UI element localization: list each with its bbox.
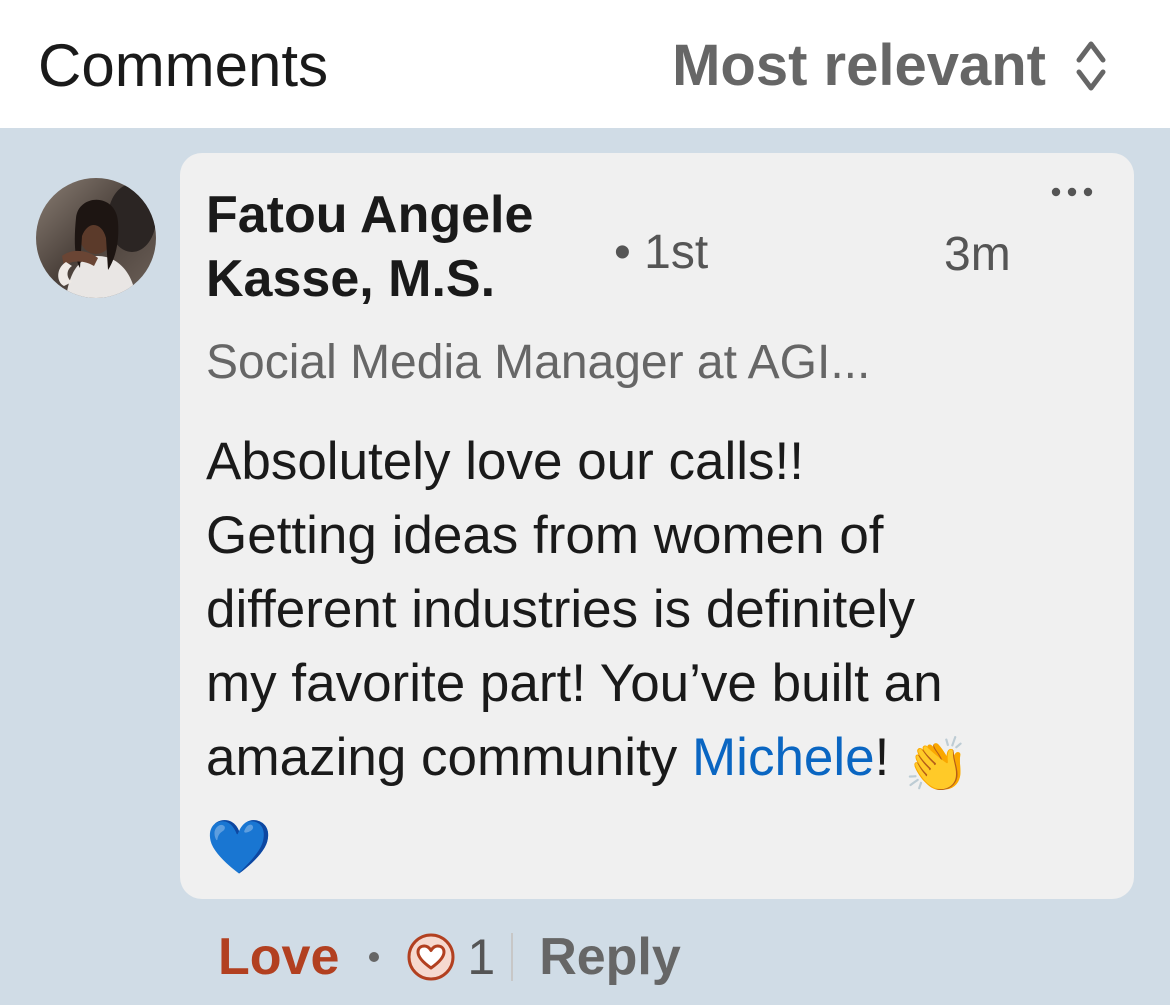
comment-text-line: different industries is definitely	[206, 580, 916, 639]
author-name-line1: Fatou Angele	[206, 186, 534, 244]
author-headline: Social Media Manager at AGI...	[206, 336, 871, 389]
sort-label: Most relevant	[672, 33, 1046, 98]
comment-text-line: 💙	[206, 803, 1106, 885]
comment-text-line: my favorite part! You’ve built an	[206, 654, 943, 713]
blue-heart-icon: 💙	[206, 818, 272, 877]
comment-text-line: Absolutely love our calls!!	[206, 432, 805, 491]
sort-dropdown[interactable]: Most relevant	[672, 30, 1108, 102]
divider	[511, 933, 514, 981]
avatar[interactable]	[36, 178, 156, 298]
sort-updown-icon	[1076, 41, 1106, 91]
comment-text-line: amazing community Michele! 👏	[206, 721, 1106, 803]
comment-text-segment: !	[874, 728, 905, 787]
separator-dot	[369, 952, 380, 962]
mention-link[interactable]: Michele	[692, 728, 875, 787]
clapping-hands-icon: 👏	[904, 736, 971, 795]
comments-title: Comments	[38, 32, 329, 99]
comment-timestamp: 3m	[944, 228, 1011, 281]
comment-text: Absolutely love our calls!! Getting idea…	[206, 425, 1106, 885]
reaction-count[interactable]: 1	[467, 928, 495, 986]
connection-degree: • 1st	[614, 226, 709, 279]
love-heart-icon[interactable]	[407, 933, 455, 981]
profile-photo	[36, 178, 156, 298]
author-name[interactable]: Fatou Angele Kasse, M.S.	[206, 183, 606, 311]
comment-text-line: Getting ideas from women of	[206, 506, 884, 565]
comment-bubble: Fatou Angele Kasse, M.S. • 1st 3m Social…	[180, 153, 1134, 899]
reply-button[interactable]: Reply	[539, 927, 681, 987]
comment-actions: Love 1 Reply	[218, 922, 681, 992]
love-reaction-button[interactable]: Love	[218, 927, 339, 987]
author-name-line2: Kasse, M.S.	[206, 250, 496, 308]
comments-header: Comments Most relevant	[0, 0, 1170, 128]
more-horizontal-icon[interactable]	[1050, 181, 1094, 203]
comment-text-segment: amazing community	[206, 728, 693, 787]
